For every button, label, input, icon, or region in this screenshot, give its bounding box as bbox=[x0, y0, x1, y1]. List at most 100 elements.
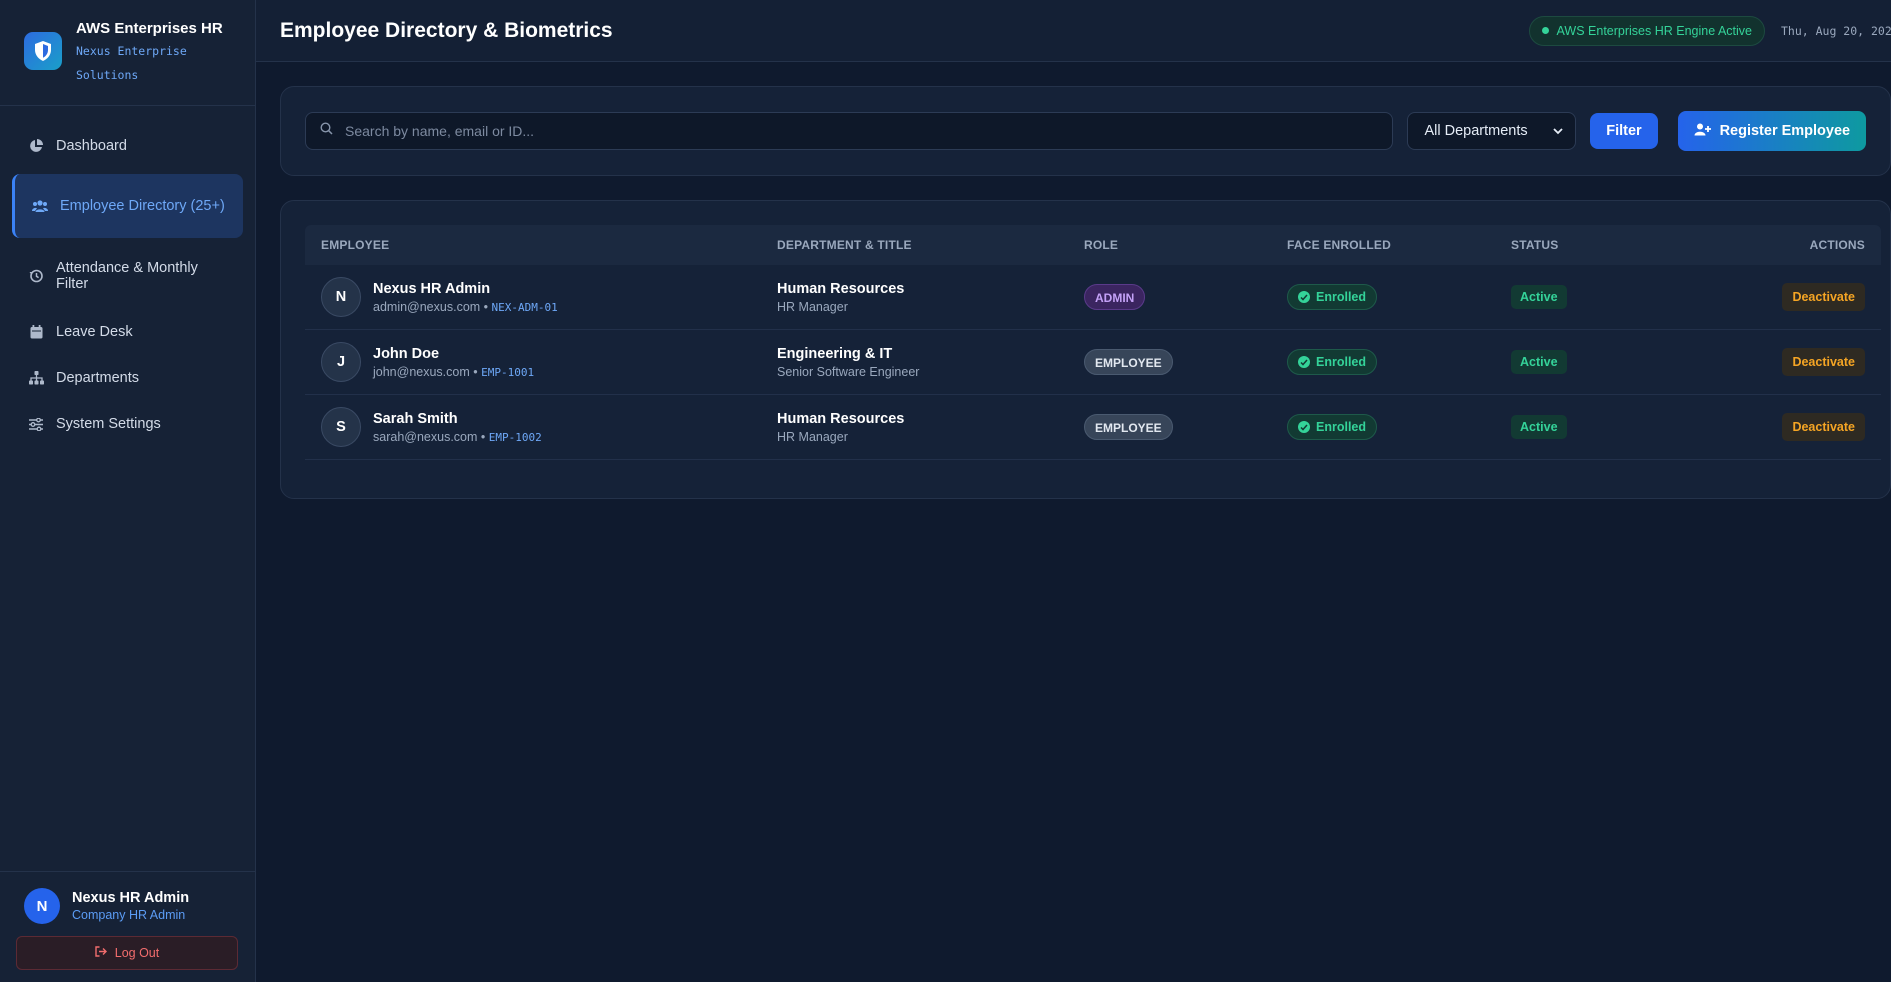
sliders-icon bbox=[28, 416, 44, 432]
avatar: S bbox=[321, 407, 361, 447]
check-circle-icon bbox=[1298, 291, 1310, 303]
brand: AWS Enterprises HR Nexus Enterprise Solu… bbox=[0, 0, 255, 106]
sign-out-icon bbox=[95, 946, 107, 960]
avatar: N bbox=[24, 888, 60, 924]
sidebar-item-label: Employee Directory (25+) bbox=[60, 198, 225, 214]
sidebar-item-departments[interactable]: Departments bbox=[12, 360, 243, 396]
actions-cell: Deactivate bbox=[1739, 413, 1881, 441]
table-row[interactable]: S Sarah Smith sarah@nexus.com • EMP-1002… bbox=[305, 395, 1881, 460]
face-enrolled-badge: Enrolled bbox=[1287, 284, 1378, 310]
employee-name: John Doe bbox=[373, 345, 440, 362]
sidebar-item-employee-directory[interactable]: Employee Directory (25+) bbox=[12, 174, 243, 238]
table-row[interactable]: J John Doe john@nexus.com • EMP-1001 Eng… bbox=[305, 330, 1881, 395]
employee-name: Nexus HR Admin bbox=[373, 280, 491, 297]
department-select-value: All Departments bbox=[1424, 123, 1528, 139]
role-badge: ADMIN bbox=[1084, 284, 1146, 310]
status-badge: Active bbox=[1511, 415, 1567, 439]
job-title: HR Manager bbox=[777, 429, 848, 444]
status-badge: Active bbox=[1511, 350, 1567, 374]
department-cell: Engineering & IT Senior Software Enginee… bbox=[777, 346, 1084, 379]
sidebar: AWS Enterprises HR Nexus Enterprise Solu… bbox=[0, 0, 256, 982]
sidebar-item-dashboard[interactable]: Dashboard bbox=[12, 128, 243, 164]
col-header-employee[interactable]: EMPLOYEE bbox=[305, 238, 777, 252]
shield-icon bbox=[24, 32, 62, 70]
employee-meta: admin@nexus.com • NEX-ADM-01 bbox=[373, 299, 558, 314]
chevron-down-icon bbox=[1553, 123, 1563, 139]
department-name: Engineering & IT bbox=[777, 345, 893, 362]
role-badge: EMPLOYEE bbox=[1084, 349, 1173, 375]
check-circle-icon bbox=[1298, 356, 1310, 368]
calendar-icon bbox=[28, 324, 44, 340]
sidebar-item-system-settings[interactable]: System Settings bbox=[12, 406, 243, 442]
table-row[interactable]: N Nexus HR Admin admin@nexus.com • NEX-A… bbox=[305, 265, 1881, 330]
sidebar-item-label: System Settings bbox=[56, 416, 161, 432]
status-cell: Active bbox=[1511, 285, 1739, 309]
employee-meta: sarah@nexus.com • EMP-1002 bbox=[373, 429, 542, 444]
sidebar-item-label: Departments bbox=[56, 370, 140, 386]
filter-toolbar: All Departments Filter Register Employee bbox=[280, 86, 1891, 176]
face-enrolled-badge: Enrolled bbox=[1287, 349, 1378, 375]
department-cell: Human Resources HR Manager bbox=[777, 281, 1084, 314]
employee-email: admin@nexus.com bbox=[373, 299, 481, 314]
sitemap-icon bbox=[28, 370, 44, 386]
col-header-department[interactable]: DEPARTMENT & TITLE bbox=[777, 238, 1084, 252]
employee-id: EMP-1001 bbox=[481, 365, 535, 379]
job-title: Senior Software Engineer bbox=[777, 364, 920, 379]
app-root: AWS Enterprises HR Nexus Enterprise Solu… bbox=[0, 0, 1891, 982]
topbar-right: AWS Enterprises HR Engine Active Thu, Au… bbox=[1528, 15, 1891, 46]
status-cell: Active bbox=[1511, 350, 1739, 374]
employee-cell: S Sarah Smith sarah@nexus.com • EMP-1002 bbox=[305, 407, 777, 447]
department-name: Human Resources bbox=[777, 280, 905, 297]
employee-cell: J John Doe john@nexus.com • EMP-1001 bbox=[305, 342, 777, 382]
filter-button[interactable]: Filter bbox=[1590, 113, 1658, 149]
current-user-panel: N Nexus HR Admin Company HR Admin Log Ou… bbox=[0, 871, 255, 982]
avatar: J bbox=[321, 342, 361, 382]
current-date: Thu, Aug 20, 2026 bbox=[1781, 23, 1891, 38]
col-header-status[interactable]: STATUS bbox=[1511, 238, 1739, 252]
content-area: All Departments Filter Register Employee… bbox=[256, 62, 1891, 499]
register-employee-label: Register Employee bbox=[1719, 123, 1851, 139]
sidebar-item-attendance[interactable]: Attendance & Monthly Filter bbox=[12, 248, 243, 304]
sidebar-item-label: Dashboard bbox=[56, 138, 127, 154]
deactivate-button[interactable]: Deactivate bbox=[1782, 413, 1865, 441]
department-name: Human Resources bbox=[777, 410, 905, 427]
role-badge: EMPLOYEE bbox=[1084, 414, 1173, 440]
user-plus-icon bbox=[1694, 123, 1711, 140]
status-dot-icon bbox=[1541, 27, 1549, 34]
employee-email: sarah@nexus.com bbox=[373, 429, 478, 444]
search-input[interactable] bbox=[345, 123, 1379, 139]
search-icon bbox=[320, 122, 333, 140]
brand-title: AWS Enterprises HR bbox=[76, 20, 223, 37]
engine-status-text: AWS Enterprises HR Engine Active bbox=[1556, 23, 1752, 38]
role-cell: EMPLOYEE bbox=[1084, 414, 1287, 440]
register-employee-button[interactable]: Register Employee bbox=[1677, 111, 1866, 151]
col-header-role[interactable]: ROLE bbox=[1084, 238, 1287, 252]
job-title: HR Manager bbox=[777, 299, 848, 314]
user-name: Nexus HR Admin bbox=[72, 890, 190, 906]
employee-id: EMP-1002 bbox=[488, 430, 542, 444]
face-enrolled-cell: Enrolled bbox=[1287, 414, 1511, 440]
avatar: N bbox=[321, 277, 361, 317]
col-header-actions: ACTIONS bbox=[1809, 238, 1865, 252]
users-icon bbox=[32, 198, 48, 214]
user-role: Company HR Admin bbox=[72, 908, 186, 922]
face-enrolled-text: Enrolled bbox=[1316, 290, 1367, 304]
brand-subtitle: Nexus Enterprise Solutions bbox=[76, 44, 187, 82]
deactivate-button[interactable]: Deactivate bbox=[1782, 348, 1865, 376]
face-enrolled-text: Enrolled bbox=[1316, 355, 1367, 369]
status-cell: Active bbox=[1511, 415, 1739, 439]
deactivate-button[interactable]: Deactivate bbox=[1782, 283, 1865, 311]
status-badge: Active bbox=[1511, 285, 1567, 309]
employee-id: NEX-ADM-01 bbox=[491, 300, 558, 314]
chart-pie-icon bbox=[28, 138, 44, 154]
history-icon bbox=[28, 268, 44, 284]
sidebar-item-leave-desk[interactable]: Leave Desk bbox=[12, 314, 243, 350]
department-select[interactable]: All Departments bbox=[1407, 112, 1577, 150]
role-cell: ADMIN bbox=[1084, 284, 1287, 310]
topbar: Employee Directory & Biometrics AWS Ente… bbox=[256, 0, 1891, 62]
col-header-face-enrolled[interactable]: FACE ENROLLED bbox=[1287, 238, 1511, 252]
search-box[interactable] bbox=[305, 112, 1394, 150]
employee-cell: N Nexus HR Admin admin@nexus.com • NEX-A… bbox=[305, 277, 777, 317]
employee-name: Sarah Smith bbox=[373, 410, 458, 427]
logout-button[interactable]: Log Out bbox=[16, 936, 238, 970]
